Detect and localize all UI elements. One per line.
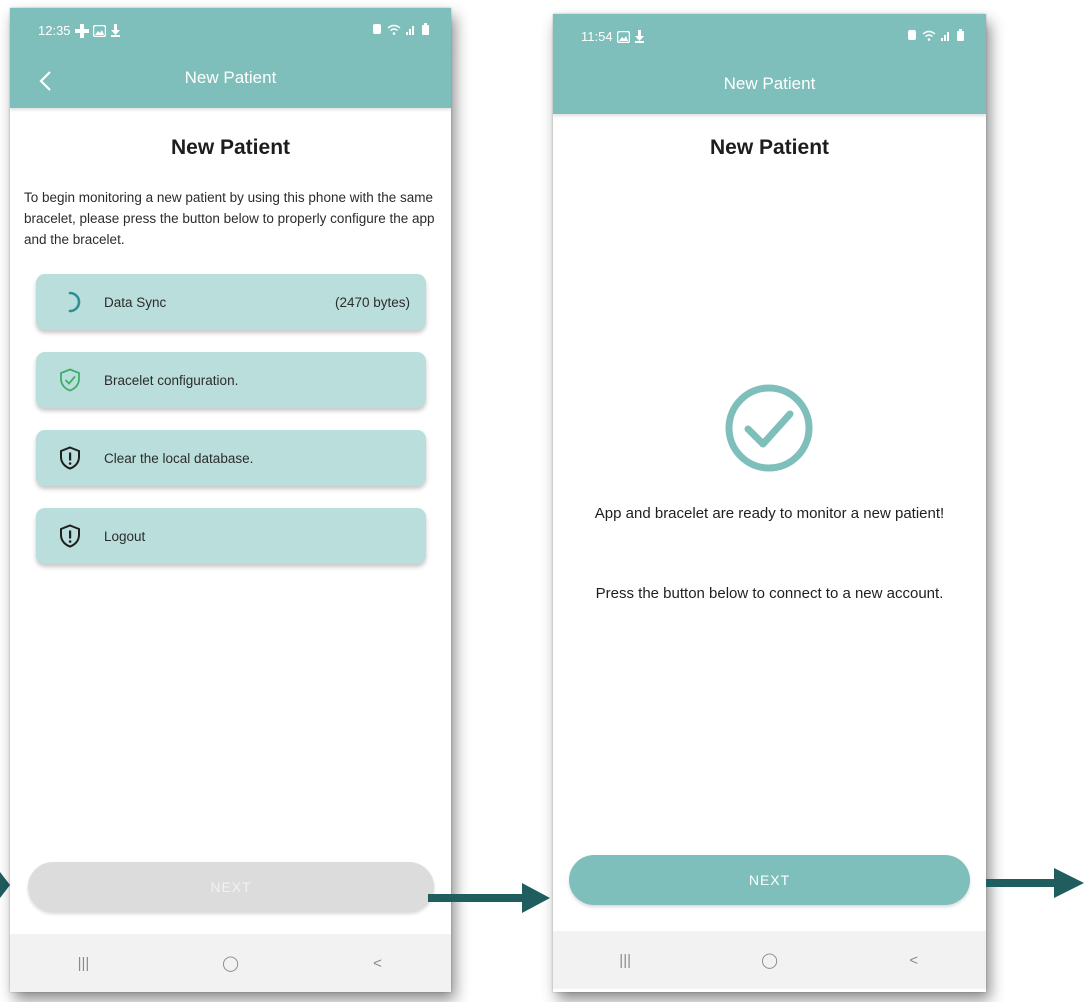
status-bar: 11:54 (553, 14, 986, 60)
alarm-icon (908, 30, 916, 40)
intro-text: To begin monitoring a new patient by usi… (24, 190, 435, 247)
download-icon (110, 24, 120, 37)
app-bar-title: New Patient (723, 74, 816, 93)
signal-icon (406, 25, 414, 35)
app-bar-title: New Patient (184, 68, 277, 87)
status-time: 11:54 (581, 29, 613, 44)
phone-screen-setup-steps: 12:35 New Patient New Patient To begin m… (10, 8, 451, 992)
ready-message: App and bracelet are ready to monitor a … (594, 505, 945, 522)
nav-back-icon[interactable]: < (884, 952, 944, 969)
shield-alert-icon (58, 524, 82, 548)
recent-apps-icon[interactable]: ||| (595, 952, 655, 969)
step-logout[interactable]: Logout (36, 508, 426, 564)
status-left: 12:35 (38, 23, 121, 38)
system-nav-bar: ||| ◯ < (10, 934, 451, 992)
status-bar: 12:35 (10, 8, 451, 54)
shield-alert-icon (58, 446, 82, 470)
alarm-icon (373, 24, 381, 34)
image-icon (616, 30, 630, 43)
plus-icon (74, 23, 89, 38)
app-bar: New Patient (553, 60, 986, 114)
sync-bytes-count: (2470 bytes) (334, 294, 410, 310)
home-icon[interactable]: ◯ (201, 954, 261, 972)
page-title: New Patient (709, 136, 830, 159)
shield-check-icon (58, 368, 82, 392)
status-right (907, 29, 964, 41)
recent-apps-icon[interactable]: ||| (54, 955, 114, 972)
flow-arrow-outgoing (986, 868, 1084, 898)
system-nav-bar: ||| ◯ < (553, 931, 986, 989)
wifi-icon (387, 24, 401, 35)
battery-icon (957, 29, 964, 41)
wifi-icon (922, 30, 936, 41)
loading-spinner-icon (58, 290, 82, 314)
image-icon (92, 24, 106, 37)
step-clear-local-database[interactable]: Clear the local database. (36, 430, 426, 486)
download-icon (634, 30, 644, 43)
step-label: Bracelet configuration. (104, 372, 239, 388)
check-circle-icon (725, 384, 813, 472)
phone-screen-ready: 11:54 New Patient New Patient App and br… (553, 14, 986, 992)
next-button-disabled[interactable]: NEXT (28, 862, 434, 912)
connect-instruction: Press the button below to connect to a n… (595, 585, 944, 602)
nav-back-icon[interactable]: < (348, 955, 408, 972)
home-icon[interactable]: ◯ (739, 951, 799, 969)
flow-diagram: 12:35 New Patient New Patient To begin m… (0, 0, 1087, 1002)
status-time: 12:35 (38, 23, 71, 38)
step-data-sync[interactable]: Data Sync (2470 bytes) (36, 274, 426, 330)
battery-icon (422, 23, 429, 35)
flow-arrow-a-to-b (428, 883, 550, 913)
status-right (372, 23, 429, 35)
step-label: Clear the local database. (104, 450, 254, 466)
next-button[interactable]: NEXT (569, 855, 970, 905)
app-bar: New Patient (10, 54, 451, 108)
step-label: Data Sync (104, 294, 167, 310)
signal-icon (941, 31, 949, 41)
page-title: New Patient (170, 136, 291, 159)
step-label: Logout (104, 528, 146, 544)
status-left: 11:54 (581, 29, 645, 44)
step-bracelet-configuration[interactable]: Bracelet configuration. (36, 352, 426, 408)
